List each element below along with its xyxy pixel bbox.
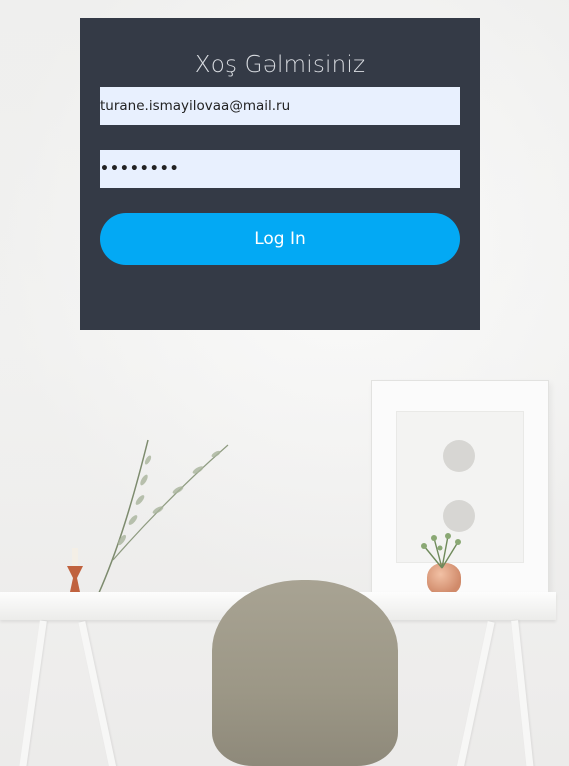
desk-leg — [452, 621, 495, 766]
desk-leg — [16, 620, 47, 766]
login-title: Xoş Gəlmisiniz — [194, 52, 366, 78]
login-button-label: Log In — [254, 229, 306, 249]
email-value: turane.ismayilovaa@mail.ru — [100, 98, 291, 114]
login-button[interactable]: Log In — [100, 213, 460, 265]
frame-circle-top — [443, 440, 475, 472]
desk-leg — [78, 621, 121, 766]
plant-branch-decoration — [97, 439, 229, 596]
email-field[interactable]: turane.ismayilovaa@mail.ru — [100, 87, 460, 125]
candle-holder-decoration — [67, 548, 83, 592]
chair-decoration — [212, 580, 398, 766]
frame-circle-bottom — [443, 500, 475, 532]
login-form: Xoş Gəlmisiniz turane.ismayilovaa@mail.r… — [80, 18, 480, 330]
small-plant-decoration — [421, 533, 461, 569]
password-field[interactable]: •••••••• — [100, 150, 460, 188]
page-background: Xoş Gəlmisiniz turane.ismayilovaa@mail.r… — [0, 0, 569, 766]
desk-leg — [511, 620, 536, 766]
password-value: •••••••• — [100, 161, 180, 177]
